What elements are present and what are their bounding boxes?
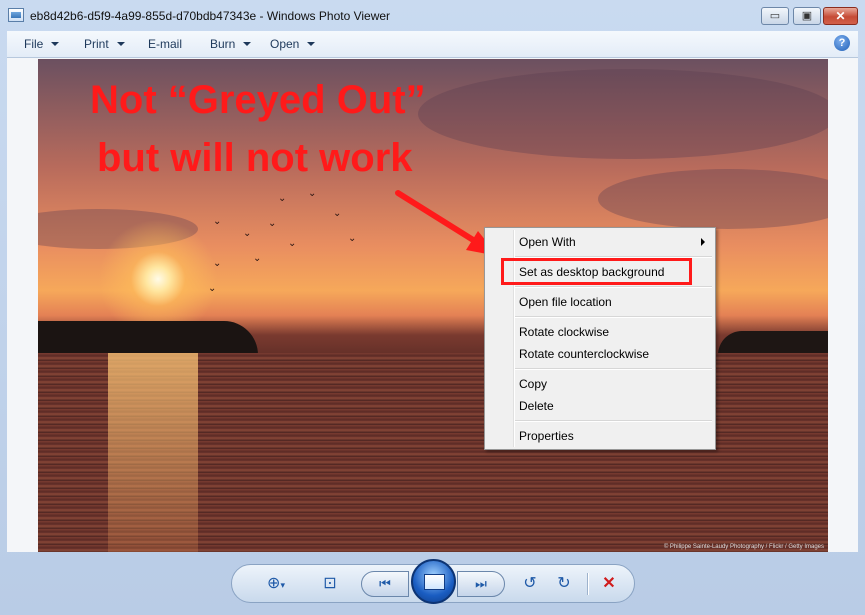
annotation-line-2: but will not work bbox=[97, 136, 413, 180]
photo-viewer-window: eb8d42b6-d5f9-4a99-855d-d70bdb47343e - W… bbox=[0, 0, 865, 615]
delete-button[interactable]: ✕ bbox=[598, 573, 620, 595]
menu-email[interactable]: E-mail bbox=[148, 37, 182, 51]
menu-separator bbox=[515, 420, 712, 422]
menu-separator bbox=[515, 286, 712, 288]
bird: ⌄ bbox=[288, 238, 297, 249]
cloud bbox=[598, 169, 828, 229]
delete-icon: ✕ bbox=[602, 575, 616, 592]
menu-bar: File Print E-mail Burn Open ? bbox=[7, 31, 858, 58]
bird: ⌄ bbox=[243, 228, 252, 239]
rotate-counterclockwise-icon: ↺ bbox=[523, 575, 537, 592]
menu-rotate-clockwise[interactable]: Rotate clockwise bbox=[519, 325, 609, 339]
chevron-down-icon bbox=[243, 41, 252, 46]
zoom-icon: ⊕ bbox=[267, 575, 281, 592]
menu-print[interactable]: Print bbox=[84, 37, 125, 51]
menu-rotate-counterclockwise[interactable]: Rotate counterclockwise bbox=[519, 347, 649, 361]
menu-properties[interactable]: Properties bbox=[519, 429, 574, 443]
chevron-down-icon bbox=[116, 41, 125, 46]
bird: ⌄ bbox=[348, 233, 357, 244]
bird: ⌄ bbox=[333, 208, 342, 219]
treeline-right bbox=[718, 331, 828, 355]
menu-open[interactable]: Open bbox=[270, 37, 316, 51]
menu-file[interactable]: File bbox=[24, 37, 60, 51]
chevron-down-icon: ▾ bbox=[280, 580, 285, 590]
actual-size-button[interactable]: ⊡ bbox=[318, 573, 342, 595]
menu-copy[interactable]: Copy bbox=[519, 377, 547, 391]
zoom-button[interactable]: ⊕▾ bbox=[259, 573, 293, 595]
next-icon: ⏭ bbox=[475, 576, 487, 591]
fit-window-icon: ⊡ bbox=[323, 575, 337, 592]
photo-viewer-icon bbox=[8, 8, 24, 22]
rotate-clockwise-icon: ↻ bbox=[557, 575, 571, 592]
close-button[interactable]: ✕ bbox=[823, 7, 858, 25]
menu-open-file-location[interactable]: Open file location bbox=[519, 295, 612, 309]
bird: ⌄ bbox=[213, 258, 222, 269]
menu-separator bbox=[515, 368, 712, 370]
menu-burn[interactable]: Burn bbox=[210, 37, 252, 51]
menu-delete[interactable]: Delete bbox=[519, 399, 554, 413]
treeline-left bbox=[38, 321, 258, 355]
help-icon[interactable]: ? bbox=[834, 35, 850, 51]
next-button[interactable]: ⏭ bbox=[457, 571, 505, 597]
rotate-ccw-button[interactable]: ↺ bbox=[519, 573, 541, 595]
annotation-highlight-box bbox=[501, 258, 692, 285]
chevron-right-icon bbox=[701, 238, 705, 246]
sun-reflection bbox=[108, 353, 198, 552]
annotation-line-1: Not “Greyed Out” bbox=[90, 78, 426, 122]
maximize-button[interactable]: ▣ bbox=[793, 7, 821, 25]
chevron-down-icon bbox=[307, 41, 316, 46]
previous-button[interactable]: ⏮ bbox=[361, 571, 409, 597]
slideshow-icon[interactable] bbox=[411, 559, 456, 604]
toolbar-separator bbox=[587, 573, 589, 595]
chevron-down-icon bbox=[51, 41, 60, 46]
minimize-button[interactable]: ▭ bbox=[761, 7, 789, 25]
title-bar[interactable]: eb8d42b6-d5f9-4a99-855d-d70bdb47343e - W… bbox=[0, 0, 865, 31]
bird: ⌄ bbox=[278, 193, 287, 204]
menu-open-with[interactable]: Open With bbox=[519, 235, 576, 249]
cloud bbox=[418, 69, 828, 159]
bird: ⌄ bbox=[308, 188, 317, 199]
bird: ⌄ bbox=[208, 283, 217, 294]
photo-credit: © Philippe Sainte-Laudy Photography / Fl… bbox=[663, 544, 824, 550]
previous-icon: ⏮ bbox=[379, 576, 391, 591]
window-title: eb8d42b6-d5f9-4a99-855d-d70bdb47343e - W… bbox=[30, 9, 391, 23]
bird: ⌄ bbox=[253, 253, 262, 264]
rotate-cw-button[interactable]: ↻ bbox=[553, 573, 575, 595]
bird: ⌄ bbox=[213, 216, 222, 227]
bird: ⌄ bbox=[268, 218, 277, 229]
menu-separator bbox=[515, 316, 712, 318]
